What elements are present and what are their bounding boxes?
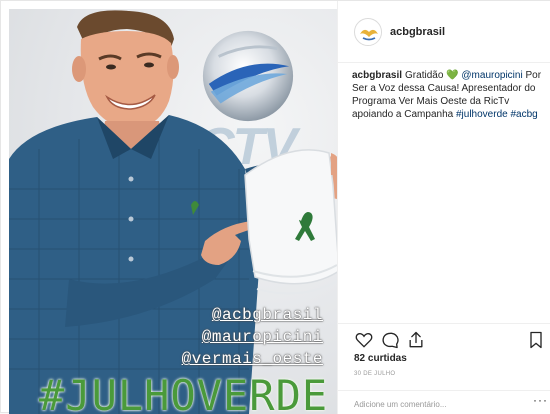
green-heart-icon: 💚 bbox=[446, 70, 459, 81]
caption-hashtag-julhoverde[interactable]: #julhoverde bbox=[456, 109, 508, 120]
like-button[interactable] bbox=[354, 330, 374, 350]
avatar[interactable] bbox=[354, 18, 382, 46]
post-caption: acbgbrasil Gratidão 💚 @mauropicini Por Se… bbox=[352, 69, 546, 121]
heart-icon bbox=[355, 333, 373, 348]
acbg-logo-icon bbox=[357, 21, 381, 45]
options-icon[interactable]: ··· bbox=[533, 393, 548, 407]
overlay-hashtag-julhoverde: #JULHOVERDE bbox=[39, 371, 329, 414]
comment-input[interactable] bbox=[354, 397, 514, 411]
caption-author[interactable]: acbgbrasil bbox=[352, 70, 402, 81]
comment-icon bbox=[382, 332, 399, 349]
overlay-handle-mauropicini[interactable]: @mauropicini bbox=[202, 328, 323, 346]
caption-text-gratidao: Gratidão bbox=[405, 70, 444, 81]
comment-button[interactable] bbox=[380, 330, 400, 350]
overlay-handle-vermais-oeste[interactable]: @vermais_oeste bbox=[182, 350, 323, 368]
share-button[interactable] bbox=[406, 330, 426, 350]
caption-mention[interactable]: @mauropicini bbox=[461, 70, 522, 81]
instagram-post: CTV @acbgbrasil @mauropicini @vermais_oe… bbox=[0, 0, 550, 414]
post-header: acbgbrasil bbox=[338, 1, 550, 63]
post-side-panel: acbgbrasil acbgbrasil Gratidão 💚 @mauropi… bbox=[337, 1, 550, 414]
bookmark-icon bbox=[530, 331, 542, 349]
post-date[interactable]: 30 DE JULHO bbox=[354, 371, 395, 377]
save-button[interactable] bbox=[526, 330, 546, 350]
caption-hashtag-acbg[interactable]: #acbg bbox=[510, 109, 537, 120]
post-username[interactable]: acbgbrasil bbox=[390, 26, 445, 38]
overlay-handle-acbgbrasil[interactable]: @acbgbrasil bbox=[212, 306, 323, 324]
comment-bar: ··· bbox=[338, 390, 550, 414]
post-photo[interactable]: CTV @acbgbrasil @mauropicini @vermais_oe… bbox=[9, 9, 337, 414]
post-actions bbox=[338, 323, 550, 351]
likes-count[interactable]: 82 curtidas bbox=[354, 353, 407, 364]
share-icon bbox=[409, 331, 423, 348]
